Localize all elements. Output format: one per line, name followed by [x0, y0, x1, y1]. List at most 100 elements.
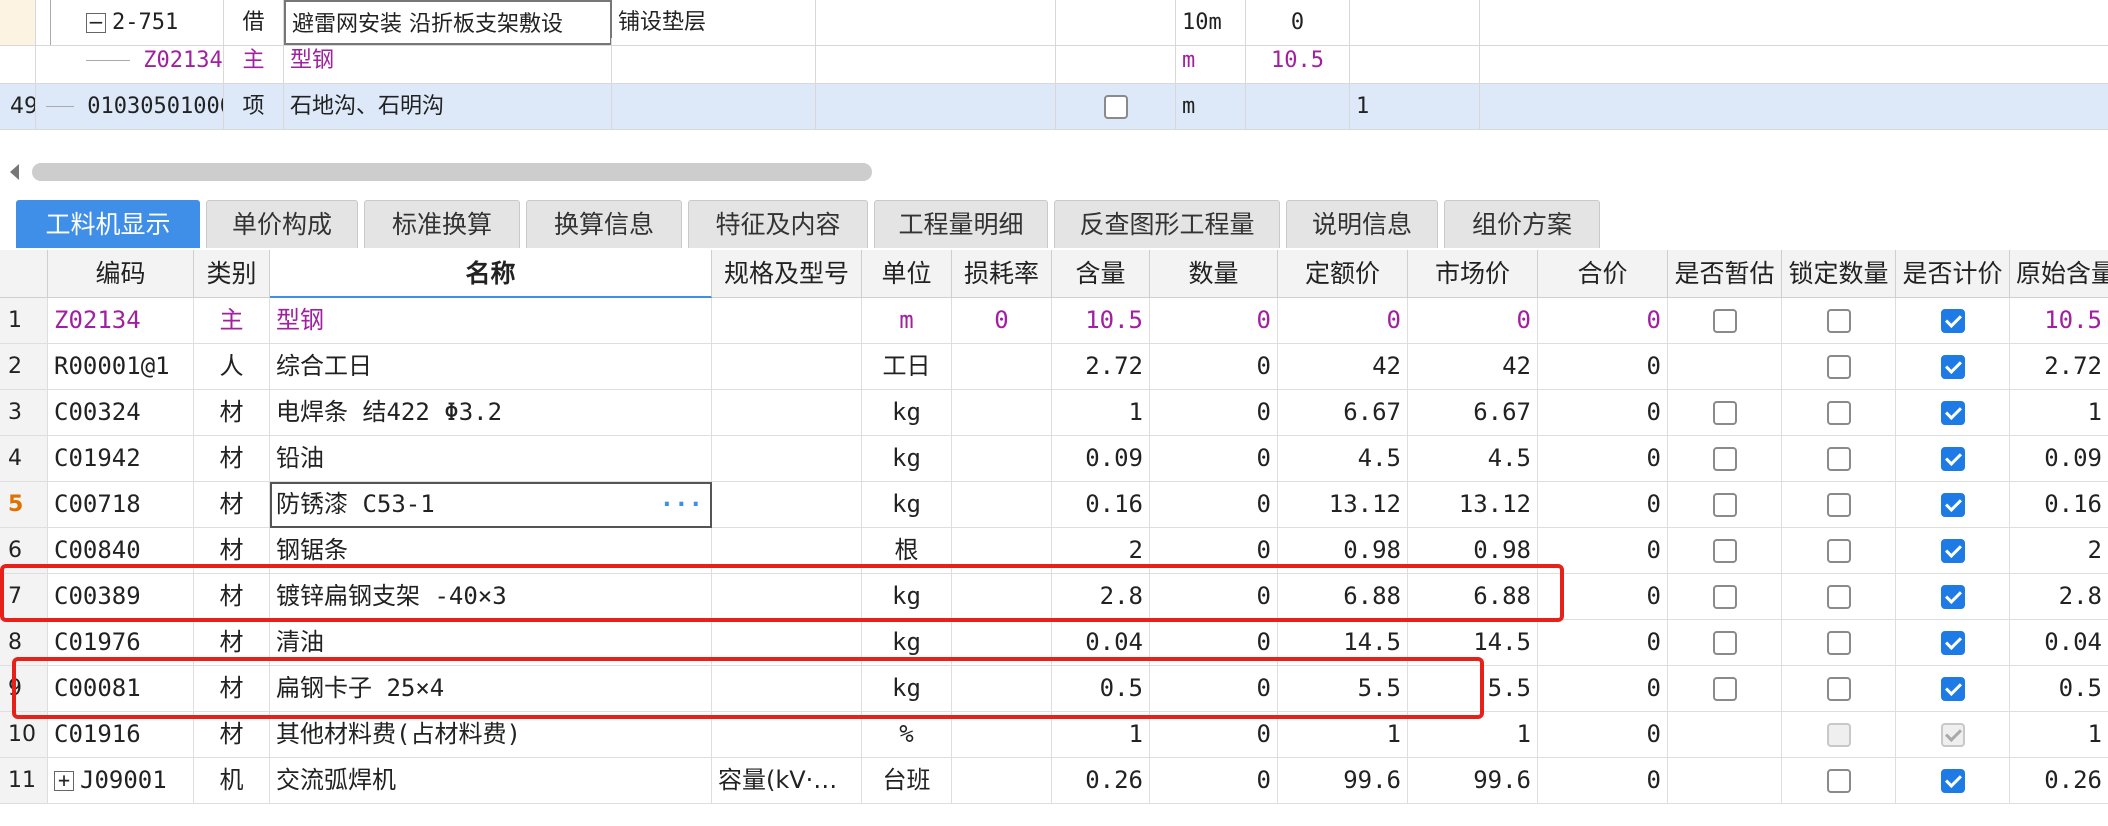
cell-content[interactable]: 2.72 — [1052, 344, 1150, 389]
cell-market[interactable]: 6.67 — [1408, 390, 1538, 435]
cell-code[interactable]: C00840 — [48, 528, 194, 573]
cell-loss[interactable] — [952, 436, 1052, 481]
cell-content[interactable]: 0.04 — [1052, 620, 1150, 665]
cell-type[interactable]: 材 — [194, 666, 270, 711]
checkbox-unchecked[interactable] — [1713, 447, 1737, 471]
cell-orig[interactable]: 1 — [2010, 712, 2108, 757]
cell-quota[interactable]: 6.88 — [1278, 574, 1408, 619]
checkbox-unchecked[interactable] — [1827, 631, 1851, 655]
cell-qty[interactable]: 0 — [1150, 666, 1278, 711]
cell-type[interactable]: 材 — [194, 528, 270, 573]
cell-code[interactable]: C01916 — [48, 712, 194, 757]
cell-total[interactable]: 0 — [1538, 620, 1668, 665]
cell-total[interactable]: 0 — [1538, 666, 1668, 711]
checkbox-unchecked[interactable] — [1827, 493, 1851, 517]
cell-quota[interactable]: 13.12 — [1278, 482, 1408, 527]
table-row[interactable]: 6 C00840 材 钢锯条 根 2 0 0.98 0.98 0 2 — [0, 528, 2108, 574]
header-lock-quantity[interactable]: 锁定数量 — [1782, 250, 1896, 298]
header-market-price[interactable]: 市场价 — [1408, 250, 1538, 298]
cell-type[interactable]: 人 — [194, 344, 270, 389]
cell-quota[interactable]: 14.5 — [1278, 620, 1408, 665]
cell-market[interactable]: 6.88 — [1408, 574, 1538, 619]
cell-loss[interactable] — [952, 344, 1052, 389]
checkbox-unchecked[interactable] — [1713, 309, 1737, 333]
table-row[interactable]: 10 C01916 材其他材料费(占材料费)% 1 0 1 1 0 1 — [0, 712, 2108, 758]
cell-loss[interactable]: 0 — [952, 298, 1052, 343]
cell-spec[interactable] — [712, 712, 862, 757]
cell-qty[interactable]: 0 — [1150, 574, 1278, 619]
cell-name[interactable]: 型钢 — [270, 298, 712, 343]
cell-name[interactable]: 电焊条 结422 Φ3.2 — [270, 390, 712, 435]
cell-loss[interactable] — [952, 758, 1052, 803]
more-options-icon[interactable]: ··· — [660, 482, 703, 527]
cell-market[interactable]: 5.5 — [1408, 666, 1538, 711]
cell-spec[interactable]: 容量(kV·… — [712, 758, 862, 803]
header-code[interactable]: 编码 — [48, 250, 194, 298]
checkbox-unchecked[interactable] — [1713, 401, 1737, 425]
expand-icon[interactable]: + — [54, 770, 74, 791]
cell-type[interactable]: 材 — [194, 620, 270, 665]
header-spec[interactable]: 规格及型号 — [712, 250, 862, 298]
cell-quota[interactable]: 42 — [1278, 344, 1408, 389]
header-is-estimate[interactable]: 是否暂估 — [1668, 250, 1782, 298]
cell-code[interactable]: C00718 — [48, 482, 194, 527]
cell-market[interactable]: 13.12 — [1408, 482, 1538, 527]
cell-type[interactable]: 材 — [194, 436, 270, 481]
cell-qty[interactable]: 0 — [1150, 528, 1278, 573]
cell-loss[interactable] — [952, 528, 1052, 573]
cell-qty[interactable]: 0 — [1150, 298, 1278, 343]
upper-row-z02134[interactable]: Z02134 主 型钢 m 10.5 — [0, 38, 2108, 84]
cell-quota[interactable]: 0.98 — [1278, 528, 1408, 573]
cell-qty[interactable]: 0 — [1150, 436, 1278, 481]
cell-quota[interactable]: 1 — [1278, 712, 1408, 757]
cell-spec[interactable] — [712, 482, 862, 527]
cell-code[interactable]: Z02134 — [48, 298, 194, 343]
cell-market[interactable]: 0.98 — [1408, 528, 1538, 573]
checkbox-unchecked[interactable] — [1827, 355, 1851, 379]
cell-loss[interactable] — [952, 712, 1052, 757]
upper-row-49[interactable]: 49 010305010001 项 石地沟、石明沟 m 1 — [0, 84, 2108, 130]
cell-unit[interactable]: kg — [862, 482, 952, 527]
cell-content[interactable]: 0.16 — [1052, 482, 1150, 527]
checkbox-checked[interactable] — [1941, 355, 1965, 379]
cell-type[interactable]: 机 — [194, 758, 270, 803]
cell-loss[interactable] — [952, 666, 1052, 711]
horizontal-scrollbar[interactable] — [0, 158, 2108, 186]
checkbox-unchecked[interactable] — [1827, 539, 1851, 563]
cell-unit[interactable]: kg — [862, 574, 952, 619]
cell-total[interactable]: 0 — [1538, 712, 1668, 757]
header-quantity[interactable]: 数量 — [1150, 250, 1278, 298]
cell-qty[interactable]: 0 — [1150, 758, 1278, 803]
checkbox-checked[interactable] — [1941, 631, 1965, 655]
checkbox-unchecked[interactable] — [1713, 493, 1737, 517]
cell-spec[interactable] — [712, 390, 862, 435]
cell-unit[interactable]: 根 — [862, 528, 952, 573]
header-content[interactable]: 含量 — [1052, 250, 1150, 298]
scroll-left-icon[interactable] — [10, 164, 19, 180]
cell-content[interactable]: 0.09 — [1052, 436, 1150, 481]
cell-content[interactable]: 2 — [1052, 528, 1150, 573]
header-unit[interactable]: 单位 — [862, 250, 952, 298]
table-row[interactable]: 8 C01976 材 清油 kg 0.04 0 14.5 14.5 0 0.04 — [0, 620, 2108, 666]
cell-unit[interactable]: 工日 — [862, 344, 952, 389]
header-loss-rate[interactable]: 损耗率 — [952, 250, 1052, 298]
cell-total[interactable]: 0 — [1538, 758, 1668, 803]
cell-qty[interactable]: 0 — [1150, 620, 1278, 665]
table-row[interactable]: 9 C00081 材 扁钢卡子 25×4 kg 0.5 0 5.5 5.5 0 0.5 — [0, 666, 2108, 712]
tab-unit-price-composition[interactable]: 单价构成 — [206, 200, 358, 248]
cell-spec[interactable] — [712, 344, 862, 389]
header-total[interactable]: 合价 — [1538, 250, 1668, 298]
cell-content[interactable]: 2.8 — [1052, 574, 1150, 619]
cell-type[interactable]: 材 — [194, 712, 270, 757]
cell-quota[interactable]: 99.6 — [1278, 758, 1408, 803]
cell-market[interactable]: 0 — [1408, 298, 1538, 343]
cell-type[interactable]: 主 — [194, 298, 270, 343]
checkbox-unchecked[interactable] — [1713, 631, 1737, 655]
cell-code[interactable]: R00001@1 — [48, 344, 194, 389]
cell-orig[interactable]: 0.5 — [2010, 666, 2108, 711]
scrollbar-thumb[interactable] — [32, 163, 872, 181]
header-name[interactable]: 名称 — [270, 250, 712, 298]
cell-spec[interactable] — [712, 574, 862, 619]
tab-standard-conversion[interactable]: 标准换算 — [364, 200, 520, 248]
checkbox-checked[interactable] — [1941, 309, 1965, 333]
